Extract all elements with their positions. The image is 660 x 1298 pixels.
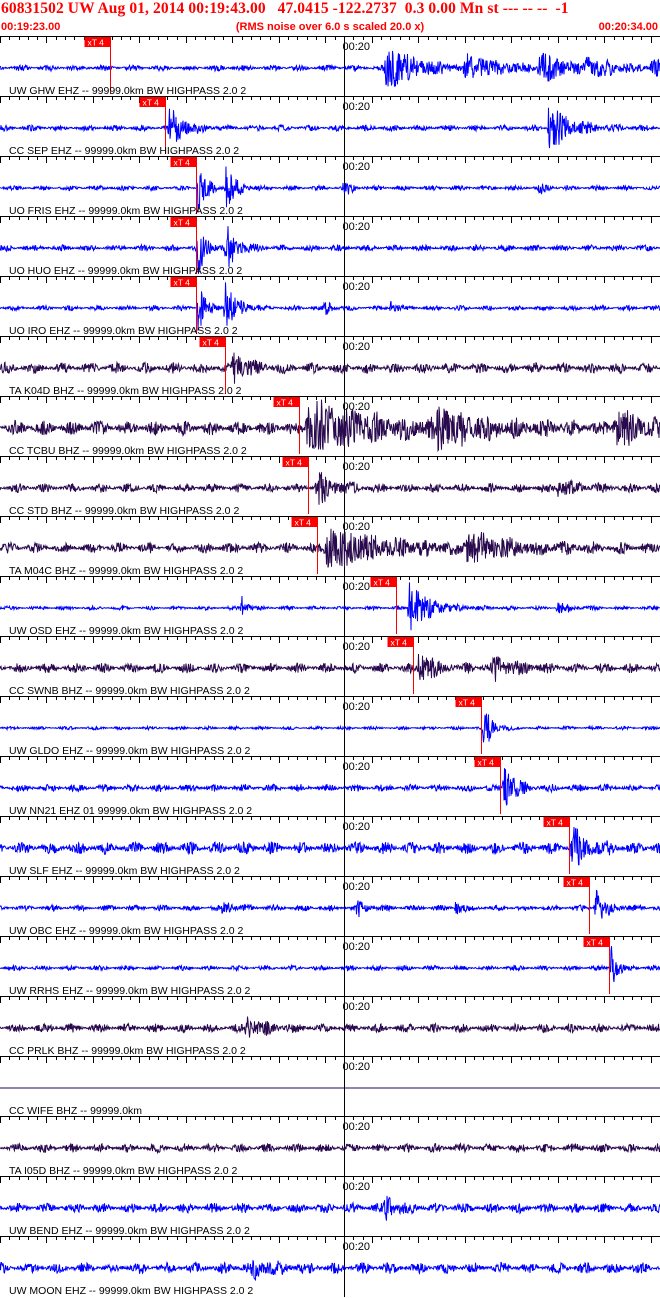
seismogram-plot: 00:20xT 4UW GHW EHZ -- 99999.0km BW HIGH… [0,36,660,1297]
trace-label: UW BEND EHZ -- 99999.0km BW HIGHPASS 2.0… [9,1225,250,1237]
minute-label: 00:20 [343,761,371,773]
minute-label: 00:20 [343,701,371,713]
trace-label: UW RRHS EHZ -- 99999.0km BW HIGHPASS 2.0… [9,985,251,997]
waveform-trace [0,1142,660,1155]
pick-label: xT 4 [587,938,604,948]
event-title: 60831502 UW Aug 01, 2014 00:19:43.00 47.… [1,0,569,17]
waveform-trace [0,352,660,384]
trace-label: UO HUO EHZ -- 99999.0km BW HIGHPASS 2.0 … [9,265,242,277]
record-header: 60831502 UW Aug 01, 2014 00:19:43.00 47.… [0,0,660,36]
waveform-trace [0,768,660,806]
waveform-trace [0,1260,660,1282]
minute-label: 00:20 [343,821,371,833]
minute-label: 00:20 [343,1001,371,1013]
waveform-trace [0,282,660,331]
trace-label: TA M04C BHZ -- 99999.0km BW HIGHPASS 2.0… [9,565,243,577]
pick-label: xT 4 [478,758,495,768]
minute-label: 00:20 [343,341,371,353]
minute-label: 00:20 [343,281,371,293]
trace-label: UW GHW EHZ -- 99999.0km BW HIGHPASS 2.0 … [9,85,246,97]
waveform-trace [0,713,660,743]
minute-label: 00:20 [343,1061,371,1073]
waveform-trace [0,472,660,505]
pick-label: xT 4 [374,578,391,588]
minute-label: 00:20 [343,1241,371,1253]
trace-label: UW OBC EHZ -- 99999.0km BW HIGHPASS 2.0 … [9,925,244,937]
minute-label: 00:20 [343,161,371,173]
waveform-trace [0,826,660,866]
minute-label: 00:20 [343,581,371,593]
minute-label: 00:20 [343,461,371,473]
pick-label: xT 4 [567,878,584,888]
trace-label: CC PRLK BHZ -- 99999.0km BW HIGHPASS 2.0… [9,1045,246,1057]
pick-label: xT 4 [277,398,294,408]
trace-label: UO FRIS EHZ -- 99999.0km BW HIGHPASS 2.0… [9,205,243,217]
pick-label: xT 4 [143,98,160,108]
waveform-trace [0,1016,660,1038]
pick-label: xT 4 [391,638,408,648]
pick-label: xT 4 [88,38,105,48]
minute-label: 00:20 [343,41,371,53]
trace-label: UW NN21 EHZ 01 99999.0km BW HIGHPASS 2.0… [9,805,252,817]
trace-label: UW GLDO EHZ -- 99999.0km BW HIGHPASS 2.0… [9,745,251,757]
pick-label: xT 4 [174,278,191,288]
minute-label: 00:20 [343,221,371,233]
trace-label: UO IRO EHZ -- 99999.0km BW HIGHPASS 2.0 … [9,325,238,337]
waveform-trace [0,889,660,919]
window-end-time: 00:20:34.00 [598,21,658,33]
trace-label: UW OSD EHZ -- 99999.0km BW HIGHPASS 2.0 … [9,625,244,637]
trace-label: UW MOON EHZ -- 99999.0km BW HIGHPASS 2.0… [9,1285,253,1297]
minute-label: 00:20 [343,101,371,113]
waveform-trace [0,50,660,87]
trace-label: CC WIFE BHZ -- 99999.0km [9,1105,142,1117]
pick-label: xT 4 [459,698,476,708]
waveform-trace [0,399,660,453]
rms-noise-note: (RMS noise over 6.0 s scaled 20.0 x) [235,21,425,33]
trace-label: CC SEP EHZ -- 99999.0km BW HIGHPASS 2.0 … [9,145,239,157]
pick-label: xT 4 [286,458,303,468]
trace-label: CC TCBU BHZ -- 99999.0km BW HIGHPASS 2.0… [9,445,247,457]
trace-label: UW SLF EHZ -- 99999.0km BW HIGHPASS 2.0 … [9,865,240,877]
waveform-trace [0,946,660,983]
waveform-trace [0,1195,660,1221]
minute-label: 00:20 [343,1121,371,1133]
minute-label: 00:20 [343,881,371,893]
trace-label: CC SWNB BHZ -- 99999.0km BW HIGHPASS 2.0… [9,685,250,697]
pick-label: xT 4 [295,518,312,528]
minute-label: 00:20 [343,941,371,953]
trace-label: TA K04D BHZ -- 99999.0km BW HIGHPASS 2.0… [9,385,242,397]
trace-label: CC STD BHZ -- 99999.0km BW HIGHPASS 2.0 … [9,505,239,517]
waveform-trace [0,528,660,568]
waveform-trace [0,107,660,149]
waveform-trace [0,653,660,682]
pick-label: xT 4 [174,218,191,228]
minute-label: 00:20 [343,1181,371,1193]
minute-label: 00:20 [343,521,371,533]
minute-label: 00:20 [343,641,371,653]
trace-label: TA I05D BHZ -- 99999.0km BW HIGHPASS 2.0… [9,1165,238,1177]
pick-label: xT 4 [547,818,564,828]
pick-label: xT 4 [174,158,191,168]
pick-label: xT 4 [203,338,220,348]
waveform-trace [0,582,660,631]
